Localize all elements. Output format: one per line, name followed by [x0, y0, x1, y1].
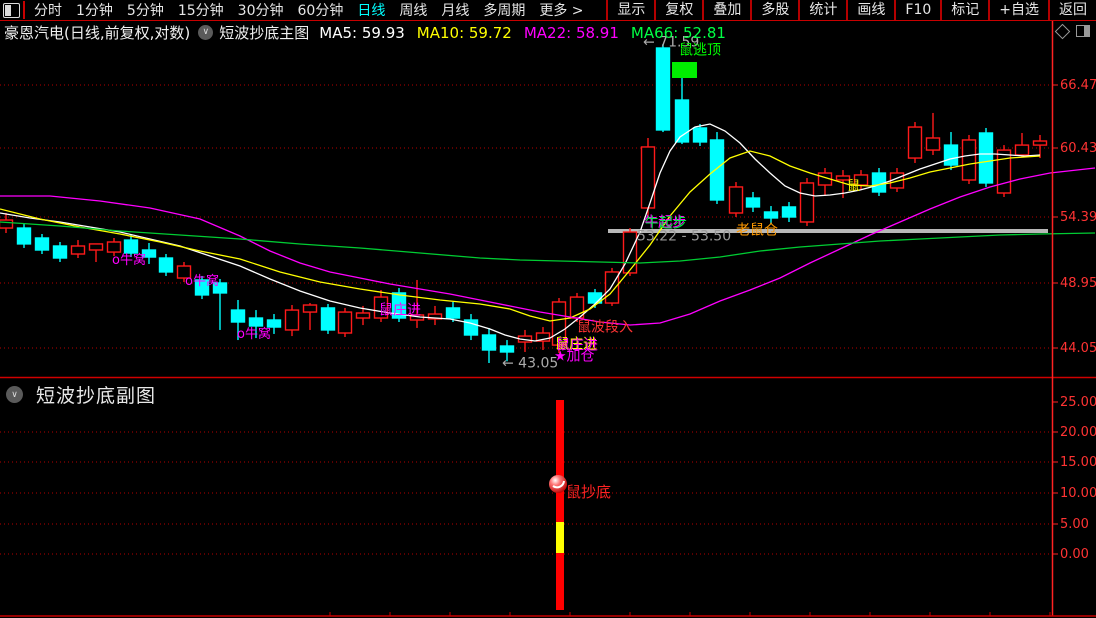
toolbar-button-叠加[interactable]: 叠加	[702, 0, 750, 20]
toolbar-button-标记[interactable]: 标记	[940, 0, 988, 20]
toolbar-button-画线[interactable]: 画线	[846, 0, 894, 20]
timeframe-item-5分钟[interactable]: 5分钟	[120, 0, 171, 20]
chevron-down-icon[interactable]: ∨	[198, 24, 214, 40]
y-axis-label: 5.00	[1060, 517, 1089, 532]
ma-values: MA5: 59.93 MA10: 59.72 MA22: 58.91 MA66: 52…	[319, 23, 738, 42]
sub-chart-plot-area[interactable]	[0, 395, 1052, 616]
ma-label-MA66: MA66: 52.81	[630, 23, 726, 42]
timeframe-nav: 分时 1分钟 5分钟 15分钟 30分钟 60分钟 日线 周线 月线 多周期 更多 >	[27, 0, 591, 20]
timeframe-item-15分钟[interactable]: 15分钟	[171, 0, 231, 20]
main-indicator-name: 短波抄底主图	[219, 23, 310, 42]
y-axis-label: 54.39	[1060, 210, 1096, 225]
ma-label-MA5: MA5: 59.93	[319, 23, 405, 42]
panel-layout-icon-fill	[1084, 26, 1089, 36]
y-axis-label: 48.95	[1060, 276, 1096, 291]
toolbar-button-多股[interactable]: 多股	[750, 0, 798, 20]
ma-label-MA10: MA10: 59.72	[416, 23, 512, 42]
stock-title: 豪恩汽电(日线,前复权,对数)	[4, 23, 191, 42]
y-axis-label: 60.43	[1060, 141, 1096, 156]
chart-title-row: 豪恩汽电(日线,前复权,对数) ∨ 短波抄底主图 MA5: 59.93 MA10:…	[4, 23, 738, 42]
top-toolbar: 分时 1分钟 5分钟 15分钟 30分钟 60分钟 日线 周线 月线 多周期 更多 > 显示 复权 叠加…	[0, 0, 1096, 21]
timeframe-item-更多 >[interactable]: 更多 >	[532, 0, 590, 20]
timeframe-item-周线[interactable]: 周线	[392, 0, 434, 20]
timeframe-item-日线[interactable]: 日线	[350, 0, 392, 20]
toolbar-actions: 显示 复权 叠加 多股 统计 画线 F10 标记 +自选 返回	[606, 0, 1096, 20]
toolbar-button-返回[interactable]: 返回	[1048, 0, 1096, 20]
toolbar-button-F10[interactable]: F10	[894, 0, 940, 20]
toolbar-separator	[23, 1, 25, 19]
sub-panel-header: ∨ 短波抄底副图	[6, 381, 156, 408]
toolbar-button-显示[interactable]: 显示	[606, 0, 654, 20]
toolbar-button-复权[interactable]: 复权	[654, 0, 702, 20]
y-axis-label: 66.47	[1060, 78, 1096, 93]
timeframe-item-分时[interactable]: 分时	[27, 0, 69, 20]
main-chart-plot-area[interactable]	[0, 42, 1052, 377]
y-axis-label: 15.00	[1060, 455, 1096, 470]
toolbar-button-+自选[interactable]: +自选	[988, 0, 1048, 20]
y-axis-label: 25.00	[1060, 395, 1096, 410]
y-axis-label: 44.05	[1060, 341, 1096, 356]
app-window: { "topbar": { "left_items": ["分时","1分钟",…	[0, 0, 1096, 618]
diamond-icon[interactable]	[1054, 23, 1071, 39]
ma-label-MA22: MA22: 58.91	[523, 23, 619, 42]
timeframe-item-30分钟[interactable]: 30分钟	[231, 0, 291, 20]
window-icon[interactable]	[3, 2, 20, 18]
title-row-icons	[1054, 23, 1090, 39]
chart-canvas: 66.4760.4354.3948.9544.05← 71.59鼠逃顶o牛窝o牛…	[0, 21, 1096, 617]
sub-indicator-name: 短波抄底副图	[36, 385, 157, 407]
toolbar-button-统计[interactable]: 统计	[798, 0, 846, 20]
timeframe-item-多周期[interactable]: 多周期	[476, 0, 532, 20]
chevron-down-icon[interactable]: ∨	[6, 386, 23, 403]
timeframe-item-1分钟[interactable]: 1分钟	[69, 0, 120, 20]
y-axis-label: 20.00	[1060, 425, 1096, 440]
y-axis-label: 10.00	[1060, 486, 1096, 501]
timeframe-item-60分钟[interactable]: 60分钟	[291, 0, 351, 20]
y-axis-label: 0.00	[1060, 547, 1089, 562]
window-icon-fill	[5, 4, 11, 16]
panel-layout-icon[interactable]	[1076, 25, 1090, 37]
timeframe-item-月线[interactable]: 月线	[434, 0, 476, 20]
